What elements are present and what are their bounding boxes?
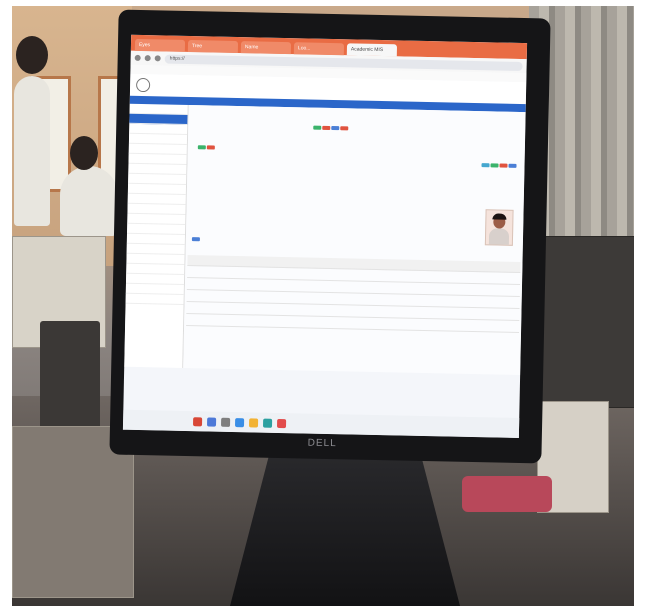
cable — [462, 476, 552, 512]
action-button[interactable] — [313, 125, 322, 130]
right-printer — [532, 236, 634, 408]
forward-icon[interactable] — [144, 55, 151, 62]
taskbar — [122, 409, 528, 438]
main-content — [183, 105, 526, 376]
tool-button[interactable] — [508, 163, 517, 168]
small-red-button[interactable] — [206, 145, 216, 150]
action-button[interactable] — [340, 126, 349, 131]
page-body — [124, 103, 526, 376]
monitor-brand: DELL — [307, 437, 337, 450]
background-person — [14, 76, 50, 226]
action-button[interactable] — [331, 126, 340, 131]
app-icon[interactable] — [193, 416, 203, 426]
browser-tab[interactable]: Tree — [187, 39, 239, 54]
tool-button[interactable] — [499, 163, 508, 168]
photo-frame: DELL Eyes Tree Name Loo... Academic MIS … — [12, 6, 634, 606]
background-person-head — [16, 36, 48, 74]
background-person-seated-head — [70, 136, 98, 170]
tool-button[interactable] — [481, 163, 490, 168]
back-icon[interactable] — [134, 54, 141, 61]
small-green-button[interactable] — [197, 145, 206, 150]
browser-tab[interactable]: Loo... — [293, 42, 345, 56]
app-icon[interactable] — [234, 417, 245, 427]
sidebar-item[interactable] — [125, 293, 184, 305]
monitor: DELL Eyes Tree Name Loo... Academic MIS … — [109, 9, 551, 464]
app-icon[interactable] — [207, 416, 217, 427]
browser-tab[interactable]: Name — [240, 41, 292, 55]
site-logo — [135, 77, 151, 93]
student-photo-hair — [492, 213, 507, 220]
app-icon[interactable] — [221, 417, 231, 427]
tool-button[interactable] — [490, 163, 499, 168]
section-button-row — [191, 237, 200, 242]
monitor-screen: Eyes Tree Name Loo... Academic MIS https… — [122, 34, 528, 438]
binder — [40, 321, 100, 431]
browser-tab[interactable]: Eyes — [134, 38, 186, 52]
student-photo-shirt — [488, 228, 510, 245]
section-button[interactable] — [191, 237, 200, 242]
site-title — [150, 85, 520, 93]
app-icon[interactable] — [248, 417, 259, 428]
app-icon[interactable] — [276, 418, 287, 428]
reload-icon[interactable] — [154, 55, 161, 62]
sidebar — [124, 103, 189, 368]
background-person-seated — [60, 166, 118, 236]
action-button[interactable] — [322, 125, 331, 130]
student-photo — [484, 209, 514, 246]
browser-tab-active[interactable]: Academic MIS — [346, 43, 398, 57]
app-icon[interactable] — [262, 418, 273, 428]
